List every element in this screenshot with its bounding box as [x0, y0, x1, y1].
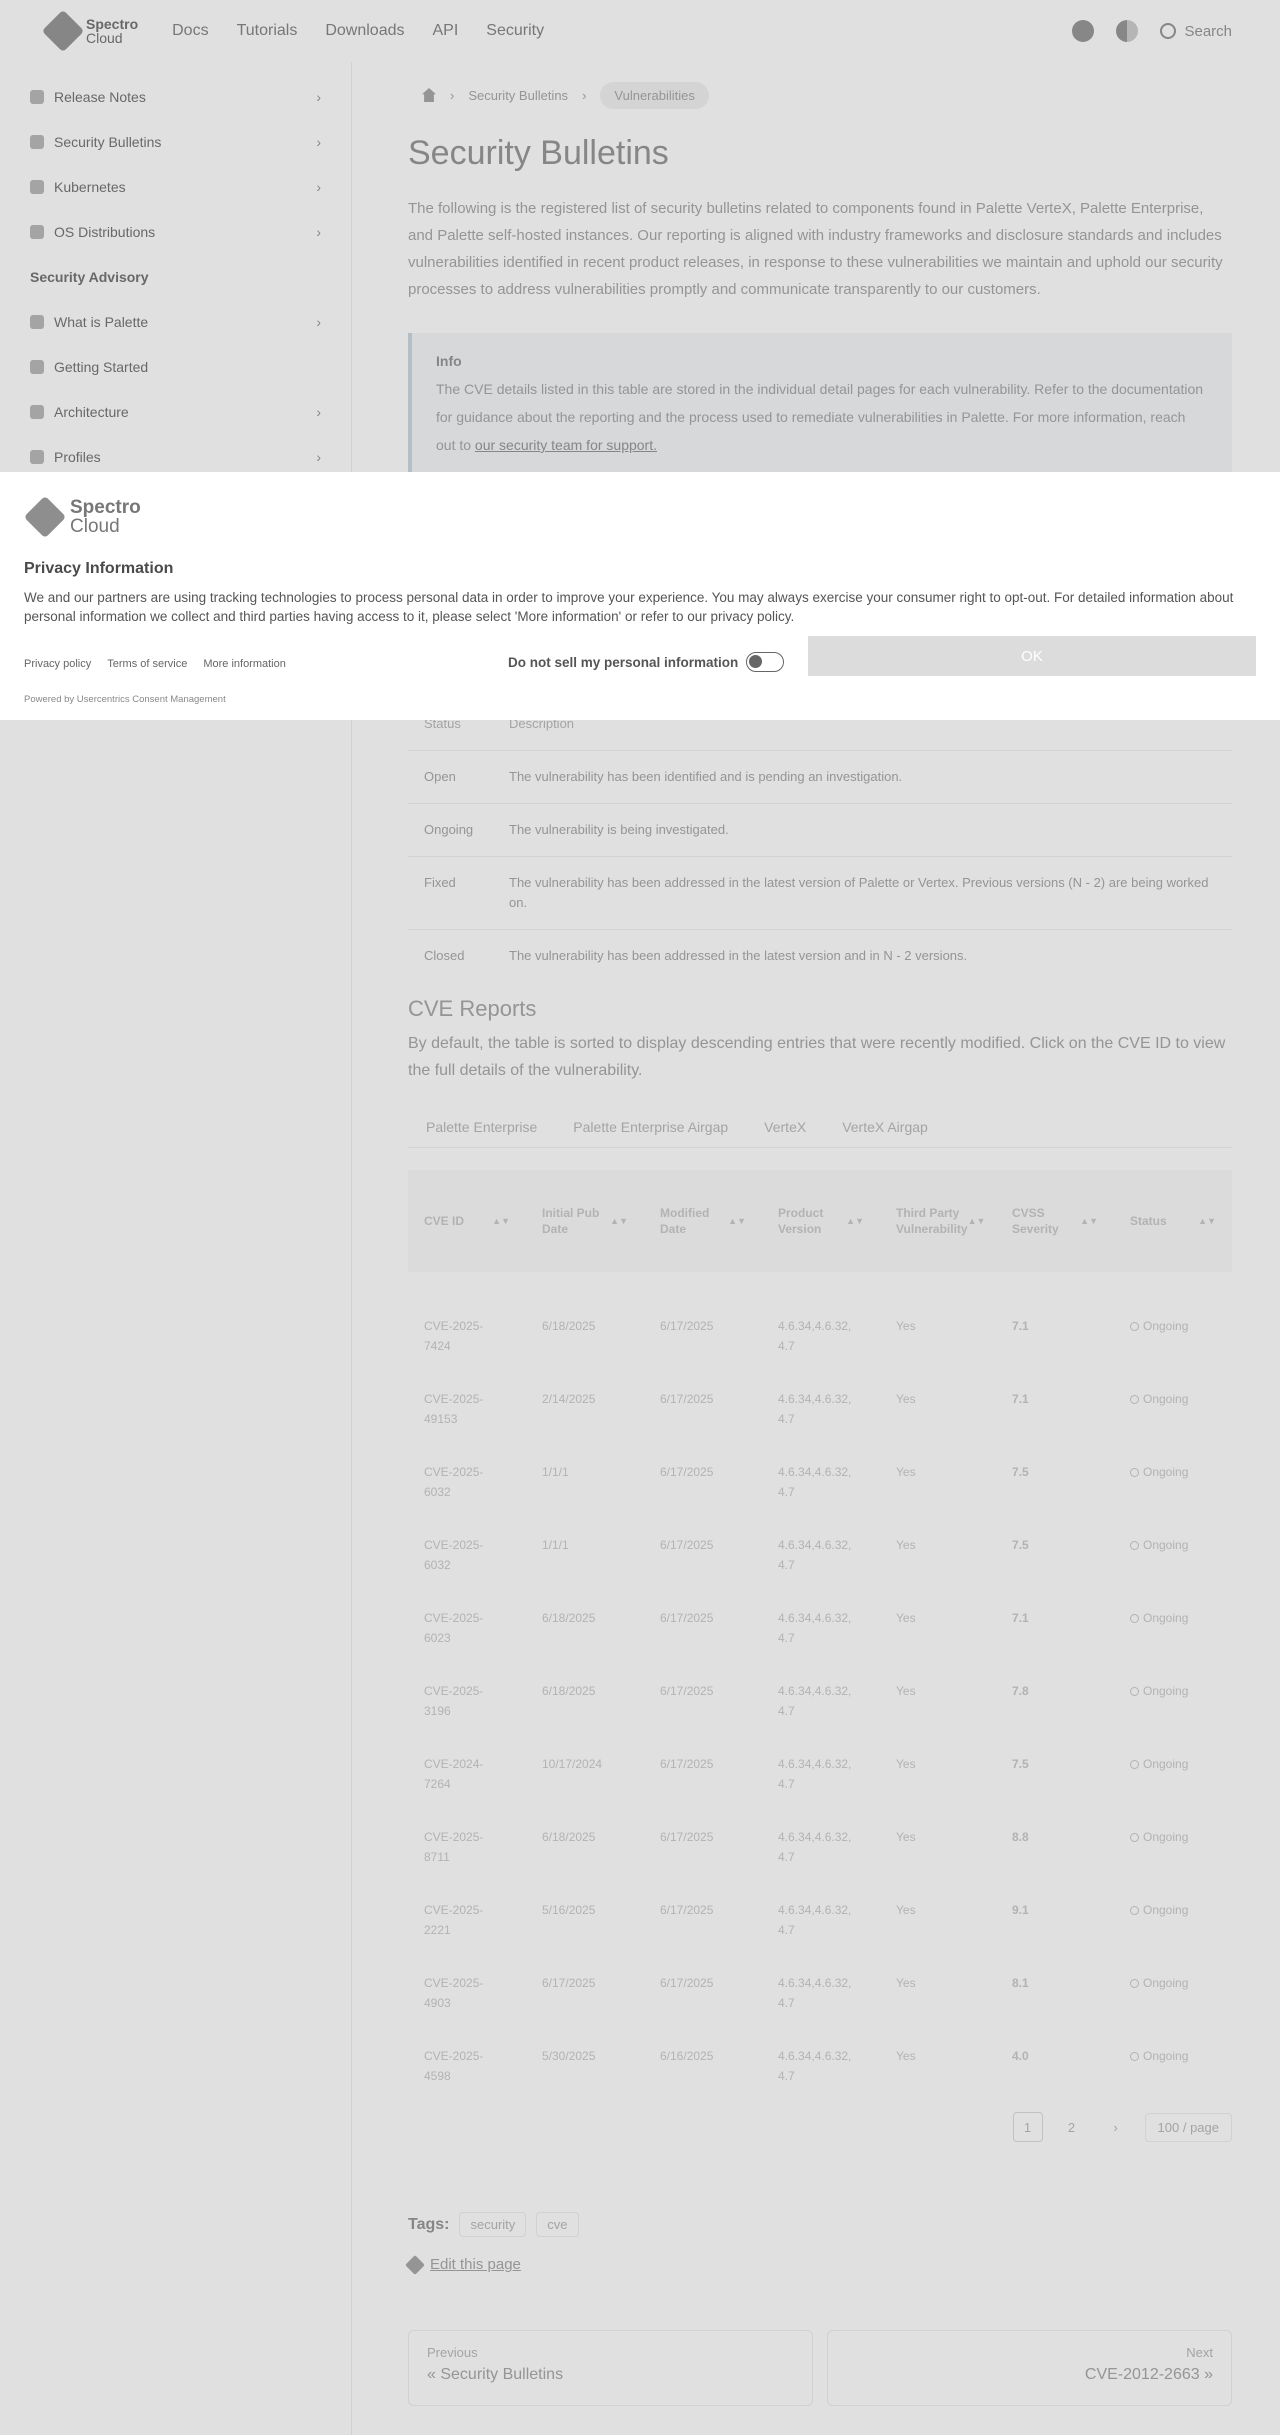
consent-logo-line2: Cloud [70, 516, 120, 537]
toggle-knob [749, 655, 763, 668]
consent-title: Privacy Information [24, 560, 174, 577]
consent-powered-by: Powered by Usercentrics Consent Manageme… [24, 694, 226, 705]
consent-links: Privacy policy Terms of service More inf… [24, 658, 286, 670]
consent-logo: Spectro Cloud [23, 495, 1256, 539]
do-not-sell-label: Do not sell my personal information [508, 654, 739, 670]
do-not-sell-toggle[interactable] [746, 652, 785, 672]
more-information-link[interactable]: More information [203, 658, 286, 670]
consent-body: We and our partners are using tracking t… [24, 590, 1234, 624]
cookie-consent-banner: Spectro Cloud Privacy Information We and… [0, 472, 1280, 720]
consent-logo-line1: Spectro [70, 497, 141, 518]
ok-button[interactable]: OK [808, 636, 1256, 676]
privacy-policy-link[interactable]: Privacy policy [24, 658, 91, 670]
terms-of-service-link[interactable]: Terms of service [107, 658, 187, 670]
page-overlay [0, 0, 1280, 2435]
logo-mark-icon [23, 495, 67, 539]
